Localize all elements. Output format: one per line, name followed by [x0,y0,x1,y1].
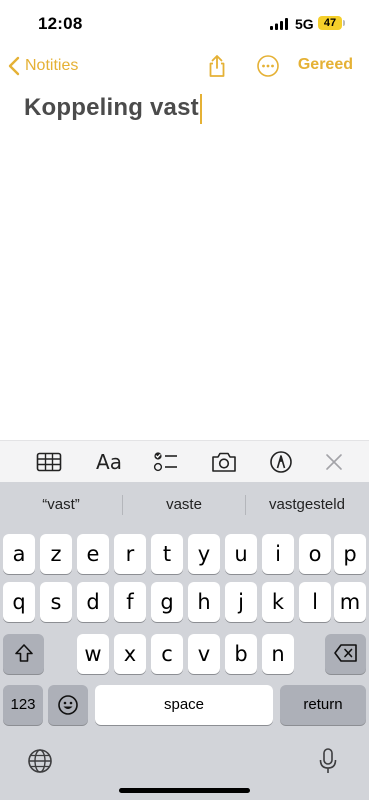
key-w[interactable]: w [77,634,109,674]
key-s[interactable]: s [40,582,72,622]
return-key[interactable]: return [280,685,366,725]
camera-button[interactable] [211,450,237,474]
key-y[interactable]: y [188,534,220,574]
numbers-key[interactable]: 123 [3,685,43,725]
suggestion-item[interactable]: vaste [123,492,245,518]
checklist-button[interactable] [153,450,179,474]
key-o[interactable]: o [299,534,331,574]
format-toolbar: Aa [0,440,369,483]
shift-key[interactable] [3,634,44,674]
key-k[interactable]: k [262,582,294,622]
key-v[interactable]: v [188,634,220,674]
chevron-left-icon [8,56,20,76]
text-format-icon: Aa [96,450,122,474]
key-m[interactable]: m [334,582,366,622]
share-icon[interactable] [205,54,229,78]
key-e[interactable]: e [77,534,109,574]
back-button[interactable]: Notities [8,54,78,78]
key-j[interactable]: j [225,582,257,622]
delete-icon [333,644,357,662]
battery-icon: 47 [318,16,342,30]
table-icon [36,452,62,472]
markup-icon [270,451,292,473]
status-bar: 12:08 5G 47 [0,0,369,46]
key-c[interactable]: c [151,634,183,674]
delete-key[interactable] [325,634,366,674]
text-format-button[interactable]: Aa [94,450,124,474]
key-d[interactable]: d [77,582,109,622]
suggestion-item[interactable]: “vast” [0,492,122,518]
key-t[interactable]: t [151,534,183,574]
note-body[interactable]: Koppeling vast [24,93,354,126]
key-x[interactable]: x [114,634,146,674]
globe-icon[interactable] [27,748,53,774]
text-cursor [199,93,202,124]
key-b[interactable]: b [225,634,257,674]
suggestion-item[interactable]: vastgesteld [246,492,368,518]
key-h[interactable]: h [188,582,220,622]
key-a[interactable]: a [3,534,35,574]
key-q[interactable]: q [3,582,35,622]
suggestion-bar: “vast” vaste vastgesteld [0,492,369,518]
emoji-icon [58,695,78,715]
key-n[interactable]: n [262,634,294,674]
shift-icon [14,644,33,662]
status-time: 12:08 [38,14,83,33]
battery-level: 47 [323,17,337,29]
key-f[interactable]: f [114,582,146,622]
done-button[interactable]: Gereed [298,56,353,74]
network-label: 5G [295,16,314,32]
close-toolbar-button[interactable] [321,450,347,474]
space-key[interactable]: space [95,685,273,725]
nav-bar: Notities Gereed [0,46,369,86]
more-icon[interactable] [256,54,280,78]
note-title[interactable]: Koppeling vast [24,94,199,121]
key-g[interactable]: g [151,582,183,622]
key-l[interactable]: l [299,582,331,622]
key-i[interactable]: i [262,534,294,574]
table-button[interactable] [36,450,62,474]
key-z[interactable]: z [40,534,72,574]
markup-button[interactable] [268,450,294,474]
key-u[interactable]: u [225,534,257,574]
microphone-icon[interactable] [318,747,338,775]
key-r[interactable]: r [114,534,146,574]
checklist-icon [153,452,177,472]
camera-icon [212,452,236,472]
battery-tip [343,20,345,26]
emoji-key[interactable] [48,685,88,725]
close-icon [326,454,342,470]
back-label: Notities [25,57,79,74]
keyboard: “vast” vaste vastgesteld a z e r t y u i… [0,482,369,800]
home-indicator[interactable] [119,788,250,793]
key-p[interactable]: p [334,534,366,574]
signal-icon [270,18,288,30]
